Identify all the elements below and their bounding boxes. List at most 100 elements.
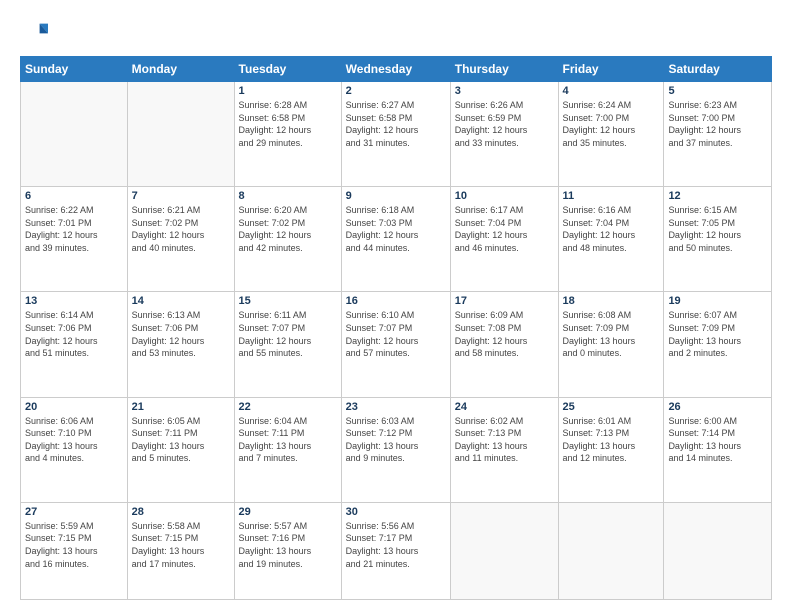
day-number: 25 — [563, 401, 660, 413]
day-cell: 20 Sunrise: 6:06 AM Sunset: 7:10 PM Dayli… — [21, 397, 128, 502]
day-info: Sunrise: 6:27 AM Sunset: 6:58 PM Dayligh… — [346, 99, 446, 149]
day-info: Sunrise: 6:23 AM Sunset: 7:00 PM Dayligh… — [668, 99, 767, 149]
day-number: 9 — [346, 190, 446, 202]
logo — [20, 18, 52, 46]
day-number: 2 — [346, 85, 446, 97]
day-number: 20 — [25, 401, 123, 413]
day-cell: 23 Sunrise: 6:03 AM Sunset: 7:12 PM Dayli… — [341, 397, 450, 502]
day-info: Sunrise: 6:14 AM Sunset: 7:06 PM Dayligh… — [25, 309, 123, 359]
header-row: SundayMondayTuesdayWednesdayThursdayFrid… — [21, 57, 772, 82]
day-number: 18 — [563, 295, 660, 307]
day-cell: 2 Sunrise: 6:27 AM Sunset: 6:58 PM Daylig… — [341, 82, 450, 187]
day-number: 12 — [668, 190, 767, 202]
day-cell: 15Sunrise: 6:11 AM Sunset: 7:07 PM Dayli… — [234, 292, 341, 397]
day-info: Sunrise: 5:58 AM Sunset: 7:15 PM Dayligh… — [132, 520, 230, 570]
header-wednesday: Wednesday — [341, 57, 450, 82]
day-cell — [664, 502, 772, 599]
day-cell — [21, 82, 128, 187]
day-cell: 29 Sunrise: 5:57 AM Sunset: 7:16 PM Dayli… — [234, 502, 341, 599]
day-number: 28 — [132, 506, 230, 518]
day-number: 22 — [239, 401, 337, 413]
day-cell: 18 Sunrise: 6:08 AM Sunset: 7:09 PM Dayli… — [558, 292, 664, 397]
day-info: Sunrise: 6:05 AM Sunset: 7:11 PM Dayligh… — [132, 415, 230, 465]
day-number: 24 — [455, 401, 554, 413]
day-cell: 17 Sunrise: 6:09 AM Sunset: 7:08 PM Dayli… — [450, 292, 558, 397]
day-cell: 13 Sunrise: 6:14 AM Sunset: 7:06 PM Dayli… — [21, 292, 128, 397]
logo-icon — [20, 18, 48, 46]
header-monday: Monday — [127, 57, 234, 82]
day-info: Sunrise: 6:26 AM Sunset: 6:59 PM Dayligh… — [455, 99, 554, 149]
day-info: Sunrise: 5:59 AM Sunset: 7:15 PM Dayligh… — [25, 520, 123, 570]
day-info: Sunrise: 6:13 AM Sunset: 7:06 PM Dayligh… — [132, 309, 230, 359]
day-info: Sunrise: 6:07 AM Sunset: 7:09 PM Dayligh… — [668, 309, 767, 359]
day-number: 17 — [455, 295, 554, 307]
day-cell: 21 Sunrise: 6:05 AM Sunset: 7:11 PM Dayli… — [127, 397, 234, 502]
day-cell: 1 Sunrise: 6:28 AM Sunset: 6:58 PM Daylig… — [234, 82, 341, 187]
day-info: Sunrise: 6:24 AM Sunset: 7:00 PM Dayligh… — [563, 99, 660, 149]
header-friday: Friday — [558, 57, 664, 82]
day-number: 3 — [455, 85, 554, 97]
day-cell: 9 Sunrise: 6:18 AM Sunset: 7:03 PM Daylig… — [341, 187, 450, 292]
day-number: 8 — [239, 190, 337, 202]
week-row-2: 6 Sunrise: 6:22 AM Sunset: 7:01 PM Daylig… — [21, 187, 772, 292]
day-info: Sunrise: 6:28 AM Sunset: 6:58 PM Dayligh… — [239, 99, 337, 149]
page: SundayMondayTuesdayWednesdayThursdayFrid… — [0, 0, 792, 612]
day-cell: 26 Sunrise: 6:00 AM Sunset: 7:14 PM Dayli… — [664, 397, 772, 502]
day-info: Sunrise: 6:08 AM Sunset: 7:09 PM Dayligh… — [563, 309, 660, 359]
day-info: Sunrise: 5:56 AM Sunset: 7:17 PM Dayligh… — [346, 520, 446, 570]
week-row-5: 27 Sunrise: 5:59 AM Sunset: 7:15 PM Dayli… — [21, 502, 772, 599]
day-info: Sunrise: 6:10 AM Sunset: 7:07 PM Dayligh… — [346, 309, 446, 359]
day-number: 7 — [132, 190, 230, 202]
day-info: Sunrise: 6:21 AM Sunset: 7:02 PM Dayligh… — [132, 204, 230, 254]
day-number: 1 — [239, 85, 337, 97]
day-cell — [450, 502, 558, 599]
day-cell: 28 Sunrise: 5:58 AM Sunset: 7:15 PM Dayli… — [127, 502, 234, 599]
header-sunday: Sunday — [21, 57, 128, 82]
day-number: 19 — [668, 295, 767, 307]
day-cell: 24Sunrise: 6:02 AM Sunset: 7:13 PM Dayli… — [450, 397, 558, 502]
day-cell: 6 Sunrise: 6:22 AM Sunset: 7:01 PM Daylig… — [21, 187, 128, 292]
day-cell: 3 Sunrise: 6:26 AM Sunset: 6:59 PM Daylig… — [450, 82, 558, 187]
day-cell: 14Sunrise: 6:13 AM Sunset: 7:06 PM Dayli… — [127, 292, 234, 397]
day-number: 5 — [668, 85, 767, 97]
day-cell: 19 Sunrise: 6:07 AM Sunset: 7:09 PM Dayli… — [664, 292, 772, 397]
day-number: 13 — [25, 295, 123, 307]
day-cell: 5 Sunrise: 6:23 AM Sunset: 7:00 PM Daylig… — [664, 82, 772, 187]
day-info: Sunrise: 6:20 AM Sunset: 7:02 PM Dayligh… — [239, 204, 337, 254]
day-info: Sunrise: 6:01 AM Sunset: 7:13 PM Dayligh… — [563, 415, 660, 465]
day-number: 21 — [132, 401, 230, 413]
header-saturday: Saturday — [664, 57, 772, 82]
day-cell: 4Sunrise: 6:24 AM Sunset: 7:00 PM Daylig… — [558, 82, 664, 187]
week-row-4: 20 Sunrise: 6:06 AM Sunset: 7:10 PM Dayli… — [21, 397, 772, 502]
day-cell: 11Sunrise: 6:16 AM Sunset: 7:04 PM Dayli… — [558, 187, 664, 292]
day-cell: 22 Sunrise: 6:04 AM Sunset: 7:11 PM Dayli… — [234, 397, 341, 502]
day-number: 10 — [455, 190, 554, 202]
day-info: Sunrise: 6:18 AM Sunset: 7:03 PM Dayligh… — [346, 204, 446, 254]
day-number: 27 — [25, 506, 123, 518]
day-info: Sunrise: 6:22 AM Sunset: 7:01 PM Dayligh… — [25, 204, 123, 254]
day-number: 29 — [239, 506, 337, 518]
day-number: 15 — [239, 295, 337, 307]
day-info: Sunrise: 6:17 AM Sunset: 7:04 PM Dayligh… — [455, 204, 554, 254]
day-info: Sunrise: 6:00 AM Sunset: 7:14 PM Dayligh… — [668, 415, 767, 465]
day-cell — [127, 82, 234, 187]
day-info: Sunrise: 6:06 AM Sunset: 7:10 PM Dayligh… — [25, 415, 123, 465]
day-cell: 12 Sunrise: 6:15 AM Sunset: 7:05 PM Dayli… — [664, 187, 772, 292]
day-cell — [558, 502, 664, 599]
day-info: Sunrise: 5:57 AM Sunset: 7:16 PM Dayligh… — [239, 520, 337, 570]
day-number: 23 — [346, 401, 446, 413]
day-number: 6 — [25, 190, 123, 202]
day-number: 11 — [563, 190, 660, 202]
day-number: 16 — [346, 295, 446, 307]
header-tuesday: Tuesday — [234, 57, 341, 82]
day-cell: 27 Sunrise: 5:59 AM Sunset: 7:15 PM Dayli… — [21, 502, 128, 599]
day-info: Sunrise: 6:03 AM Sunset: 7:12 PM Dayligh… — [346, 415, 446, 465]
header-thursday: Thursday — [450, 57, 558, 82]
day-info: Sunrise: 6:15 AM Sunset: 7:05 PM Dayligh… — [668, 204, 767, 254]
day-info: Sunrise: 6:09 AM Sunset: 7:08 PM Dayligh… — [455, 309, 554, 359]
day-number: 26 — [668, 401, 767, 413]
day-cell: 16 Sunrise: 6:10 AM Sunset: 7:07 PM Dayli… — [341, 292, 450, 397]
day-info: Sunrise: 6:04 AM Sunset: 7:11 PM Dayligh… — [239, 415, 337, 465]
header — [20, 18, 772, 46]
day-cell: 7 Sunrise: 6:21 AM Sunset: 7:02 PM Daylig… — [127, 187, 234, 292]
